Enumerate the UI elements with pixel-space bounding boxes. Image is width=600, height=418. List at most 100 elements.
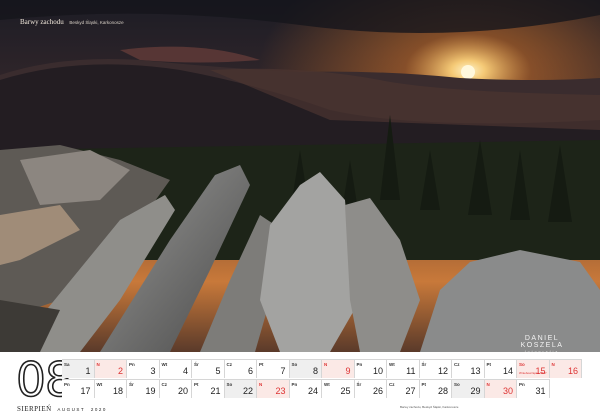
calendar-day-cell: Pn 3 xyxy=(127,359,160,378)
weekday-label: Sa xyxy=(64,362,70,367)
weekday-label: Cz xyxy=(226,362,233,367)
weekday-label: Pn xyxy=(129,362,135,367)
calendar-week-row-2: Pn 17 Wt 18 Śr 19 Cz 20 Pt 21 So 22 N 23 Pn 24 Wt 25 Śr 26 C… xyxy=(62,379,582,398)
day-number: 24 xyxy=(307,386,318,396)
day-number: 30 xyxy=(502,386,513,396)
calendar-day-cell: Śr 19 xyxy=(127,379,160,398)
weekday-label: Pt xyxy=(259,362,264,367)
day-number: 7 xyxy=(280,366,286,376)
weekday-label: N xyxy=(551,362,555,367)
day-number: 6 xyxy=(247,366,253,376)
landscape-photo xyxy=(0,0,600,352)
day-number: 22 xyxy=(242,386,253,396)
month-label: SIERPIEŃ AUGUST 2020 xyxy=(17,405,107,413)
weekday-label: Pt xyxy=(194,382,199,387)
day-number: 4 xyxy=(182,366,188,376)
calendar-day-cell: Cz 13 xyxy=(452,359,485,378)
weekday-label: Pn xyxy=(291,382,298,387)
day-number: 18 xyxy=(112,386,123,396)
day-number: 26 xyxy=(372,386,383,396)
day-number: 21 xyxy=(210,386,221,396)
calendar-day-cell: Wt 25 xyxy=(322,379,355,398)
weekday-label: Śr xyxy=(356,382,362,387)
calendar-day-cell: Pt 7 xyxy=(257,359,290,378)
calendar-grid: Sa 1 N 2 Pn 3 Wt 4 Śr 5 Cz 6 Pt 7 So 8 N 9 Pn 10 Wt 11 Śr 12 Cz 1… xyxy=(62,359,582,399)
calendar-day-cell: So 29 xyxy=(452,379,485,398)
day-number: 17 xyxy=(80,386,91,396)
weekday-label: Cz xyxy=(161,382,168,387)
weekday-label: N xyxy=(486,382,490,387)
weekday-label: Pn xyxy=(356,362,363,367)
day-number: 19 xyxy=(145,386,156,396)
calendar-day-cell: Pt 21 xyxy=(192,379,225,398)
sunset-mountain-scene xyxy=(0,0,600,352)
day-number: 25 xyxy=(340,386,351,396)
weekday-label: So xyxy=(226,382,233,387)
weekday-label: Śr xyxy=(194,362,199,367)
weekday-label: So xyxy=(519,362,525,367)
weekday-label: Pn xyxy=(519,382,525,387)
calendar-day-cell: So 8 xyxy=(289,359,322,378)
calendar-day-cell: Cz 6 xyxy=(224,359,257,378)
weekday-label: Pn xyxy=(64,382,70,387)
day-number: 23 xyxy=(275,386,286,396)
calendar-day-cell: Pn 24 xyxy=(289,379,322,398)
holiday-label: Wniebowzięcie NMP xyxy=(519,371,547,375)
weekday-label: Pt xyxy=(486,362,492,367)
caption-title: Barwy zachodu xyxy=(20,18,64,26)
month-name-pl: SIERPIEŃ xyxy=(17,405,52,413)
day-number: 10 xyxy=(372,366,383,376)
day-number: 12 xyxy=(437,366,448,376)
day-number: 3 xyxy=(150,366,156,376)
calendar-day-cell: N2 xyxy=(94,359,127,378)
calendar-day-cell: Pn 17 xyxy=(62,379,95,398)
calendar-week-row-1: Sa 1 N 2 Pn 3 Wt 4 Śr 5 Cz 6 Pt 7 So 8 N 9 Pn 10 Wt 11 Śr 12 Cz 1… xyxy=(62,359,582,378)
calendar-day-cell: N 23 xyxy=(257,379,290,398)
day-number: 8 xyxy=(312,366,318,376)
year-label: 2020 xyxy=(90,407,107,412)
weekday-label: So xyxy=(291,362,298,367)
day-number: 2 xyxy=(117,366,123,376)
calendar-day-cell: N 30 xyxy=(484,379,517,398)
footer-note: Barwy zachodu, Beskyd Śląski, Karkonosze xyxy=(400,405,459,409)
calendar-day-cell: Śr 12 xyxy=(419,359,452,378)
day-number: 27 xyxy=(405,386,416,396)
weekday-label: N xyxy=(96,362,100,367)
day-number: 1 xyxy=(85,366,91,376)
calendar-day-cell: N9 xyxy=(322,359,355,378)
weekday-label: Wt xyxy=(389,362,395,367)
calendar-day-cell: Sa 1 xyxy=(62,359,95,378)
calendar-day-cell: Wt 4 xyxy=(159,359,192,378)
calendar-day-cell: So 15 Wniebowzięcie NMP xyxy=(517,359,550,378)
day-number: 14 xyxy=(502,366,513,376)
calendar-day-cell: Pt 14 xyxy=(484,359,517,378)
weekday-label: N xyxy=(324,362,328,367)
weekday-label: Śr xyxy=(421,362,427,367)
day-number: 9 xyxy=(345,366,351,376)
calendar-day-cell: Śr 26 xyxy=(354,379,387,398)
weekday-label: Cz xyxy=(389,382,395,387)
weekday-label: Wt xyxy=(96,382,103,387)
weekday-label: So xyxy=(454,382,460,387)
weekday-label: Cz xyxy=(454,362,460,367)
weekday-label: Pt xyxy=(421,382,427,387)
calendar-day-cell: Pn 31 xyxy=(517,379,550,398)
weekday-label: Wt xyxy=(161,362,168,367)
day-number: 31 xyxy=(535,386,546,396)
calendar-day-cell: So 22 xyxy=(224,379,257,398)
photo-caption: Barwy zachodu Beskyd Śląski, Karkonosze xyxy=(20,18,124,26)
day-number: 29 xyxy=(470,386,481,396)
photographer-name: DANIEL KOSZELA xyxy=(520,335,564,349)
day-number: 16 xyxy=(567,366,578,376)
calendar-day-cell: Cz 27 xyxy=(387,379,420,398)
day-number: 5 xyxy=(215,366,221,376)
calendar-day-cell: Śr 5 xyxy=(192,359,225,378)
calendar-day-cell: Pt 28 xyxy=(419,379,452,398)
calendar-day-cell: N 16 xyxy=(549,359,582,378)
weekday-label: N xyxy=(259,382,263,387)
caption-location: Beskyd Śląski, Karkonosze xyxy=(69,20,124,25)
calendar-day-cell: Pn 10 xyxy=(354,359,387,378)
day-number: 28 xyxy=(437,386,448,396)
day-number: 11 xyxy=(406,366,416,376)
weekday-label: Śr xyxy=(129,382,134,387)
